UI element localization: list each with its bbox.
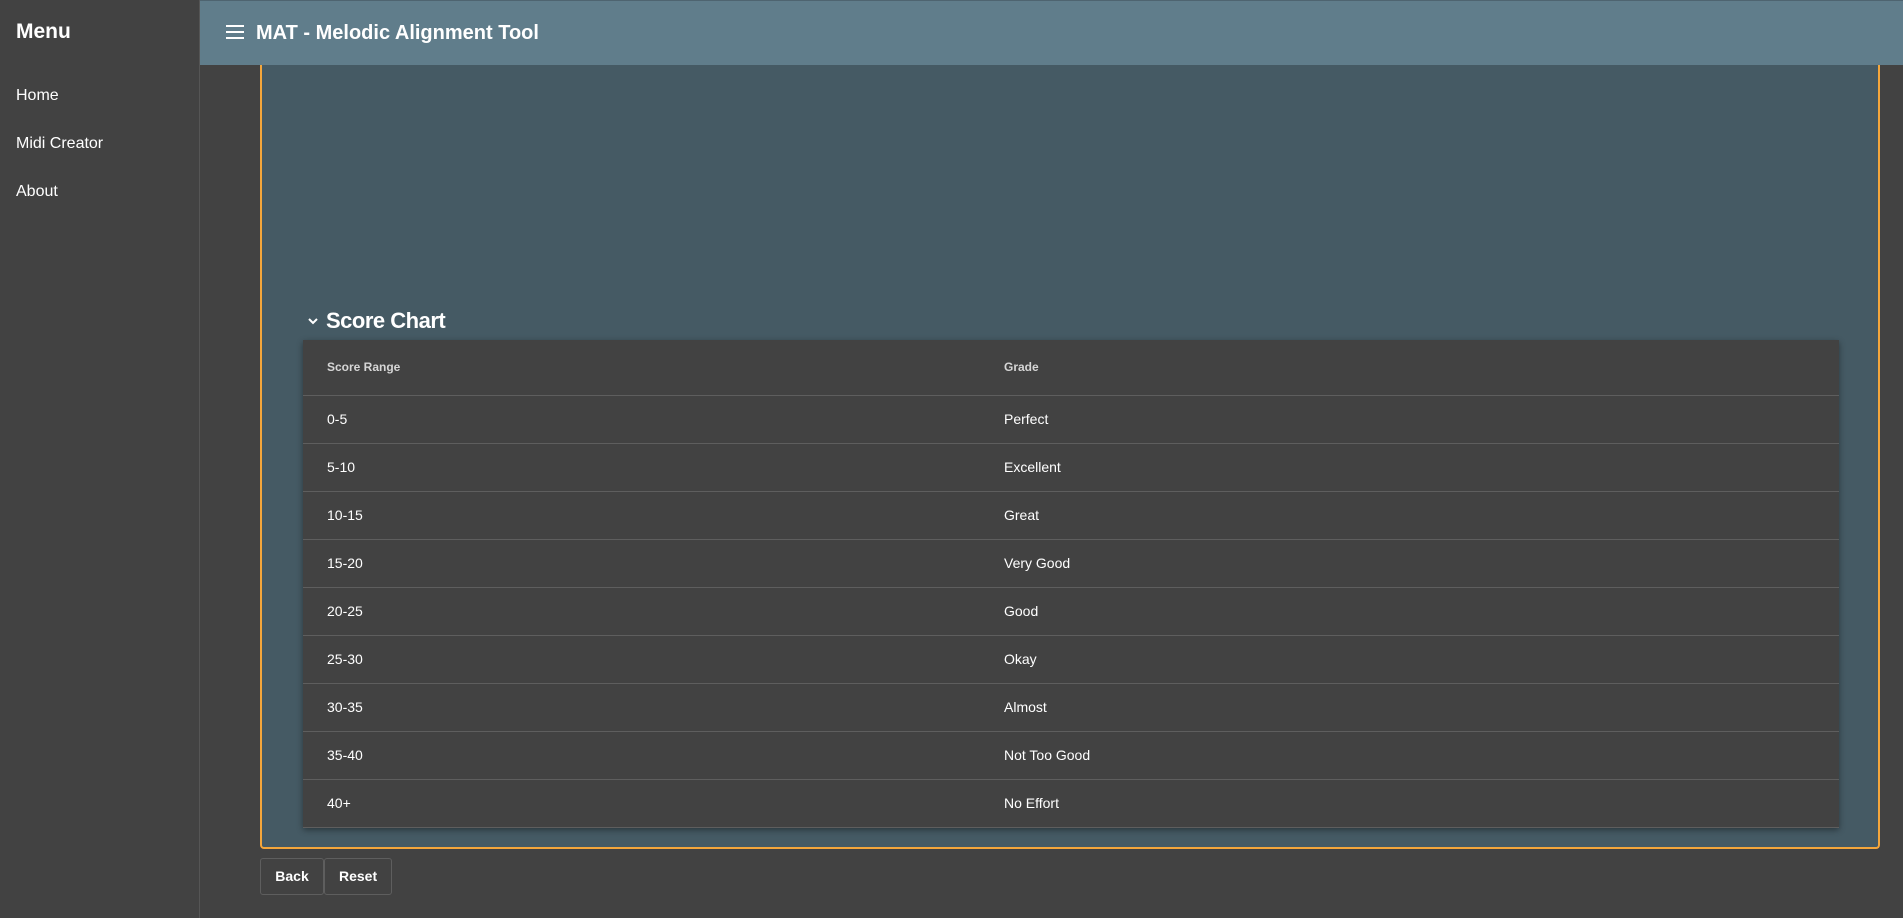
grade-cell: Great: [980, 491, 1839, 540]
sidebar-item-about[interactable]: About: [0, 168, 199, 216]
column-header-grade: Grade: [980, 340, 1839, 396]
sidebar: Menu Home Midi Creator About: [0, 0, 200, 918]
table-row: 20-25 Good: [303, 587, 1839, 636]
score-range-cell: 20-25: [303, 587, 980, 636]
table-header-row: Score Range Grade: [303, 340, 1839, 396]
score-range-cell: 0-5: [303, 395, 980, 444]
table-row: 15-20 Very Good: [303, 539, 1839, 588]
table-row: 30-35 Almost: [303, 683, 1839, 732]
score-range-cell: 35-40: [303, 731, 980, 780]
table-row: 25-30 Okay: [303, 635, 1839, 684]
table-row: 35-40 Not Too Good: [303, 731, 1839, 780]
column-header-score-range: Score Range: [303, 340, 980, 396]
table-row: 10-15 Great: [303, 491, 1839, 540]
score-chart-table: Score Range Grade 0-5 Perfect 5-10 Excel…: [303, 340, 1839, 828]
score-range-cell: 5-10: [303, 443, 980, 492]
score-range-cell: 10-15: [303, 491, 980, 540]
grade-cell: Very Good: [980, 539, 1839, 588]
reset-button[interactable]: Reset: [324, 858, 392, 895]
grade-cell: Good: [980, 587, 1839, 636]
score-range-cell: 30-35: [303, 683, 980, 732]
top-app-bar: MAT - Melodic Alignment Tool: [200, 0, 1903, 65]
table-row: 40+ No Effort: [303, 779, 1839, 828]
sidebar-item-home[interactable]: Home: [0, 72, 199, 120]
score-chart-heading: Score Chart: [326, 308, 446, 333]
app-title: MAT - Melodic Alignment Tool: [256, 22, 539, 44]
hamburger-icon[interactable]: [226, 25, 246, 41]
sidebar-item-midi-creator[interactable]: Midi Creator: [0, 120, 199, 168]
table-row: 0-5 Perfect: [303, 395, 1839, 444]
sidebar-title: Menu: [16, 20, 71, 43]
grade-cell: Almost: [980, 683, 1839, 732]
score-chart-toggle[interactable]: Score Chart: [306, 308, 446, 334]
main-panel: Score Chart Score Range Grade 0-5 Perfec…: [260, 65, 1880, 849]
grade-cell: No Effort: [980, 779, 1839, 828]
score-range-cell: 25-30: [303, 635, 980, 684]
grade-cell: Not Too Good: [980, 731, 1839, 780]
grade-cell: Okay: [980, 635, 1839, 684]
grade-cell: Perfect: [980, 395, 1839, 444]
action-buttons: Back Reset: [260, 858, 392, 895]
score-range-cell: 15-20: [303, 539, 980, 588]
score-range-cell: 40+: [303, 779, 980, 828]
table-row: 5-10 Excellent: [303, 443, 1839, 492]
chevron-down-icon: [308, 318, 318, 325]
back-button[interactable]: Back: [260, 858, 324, 895]
grade-cell: Excellent: [980, 443, 1839, 492]
sidebar-nav: Home Midi Creator About: [0, 72, 199, 216]
